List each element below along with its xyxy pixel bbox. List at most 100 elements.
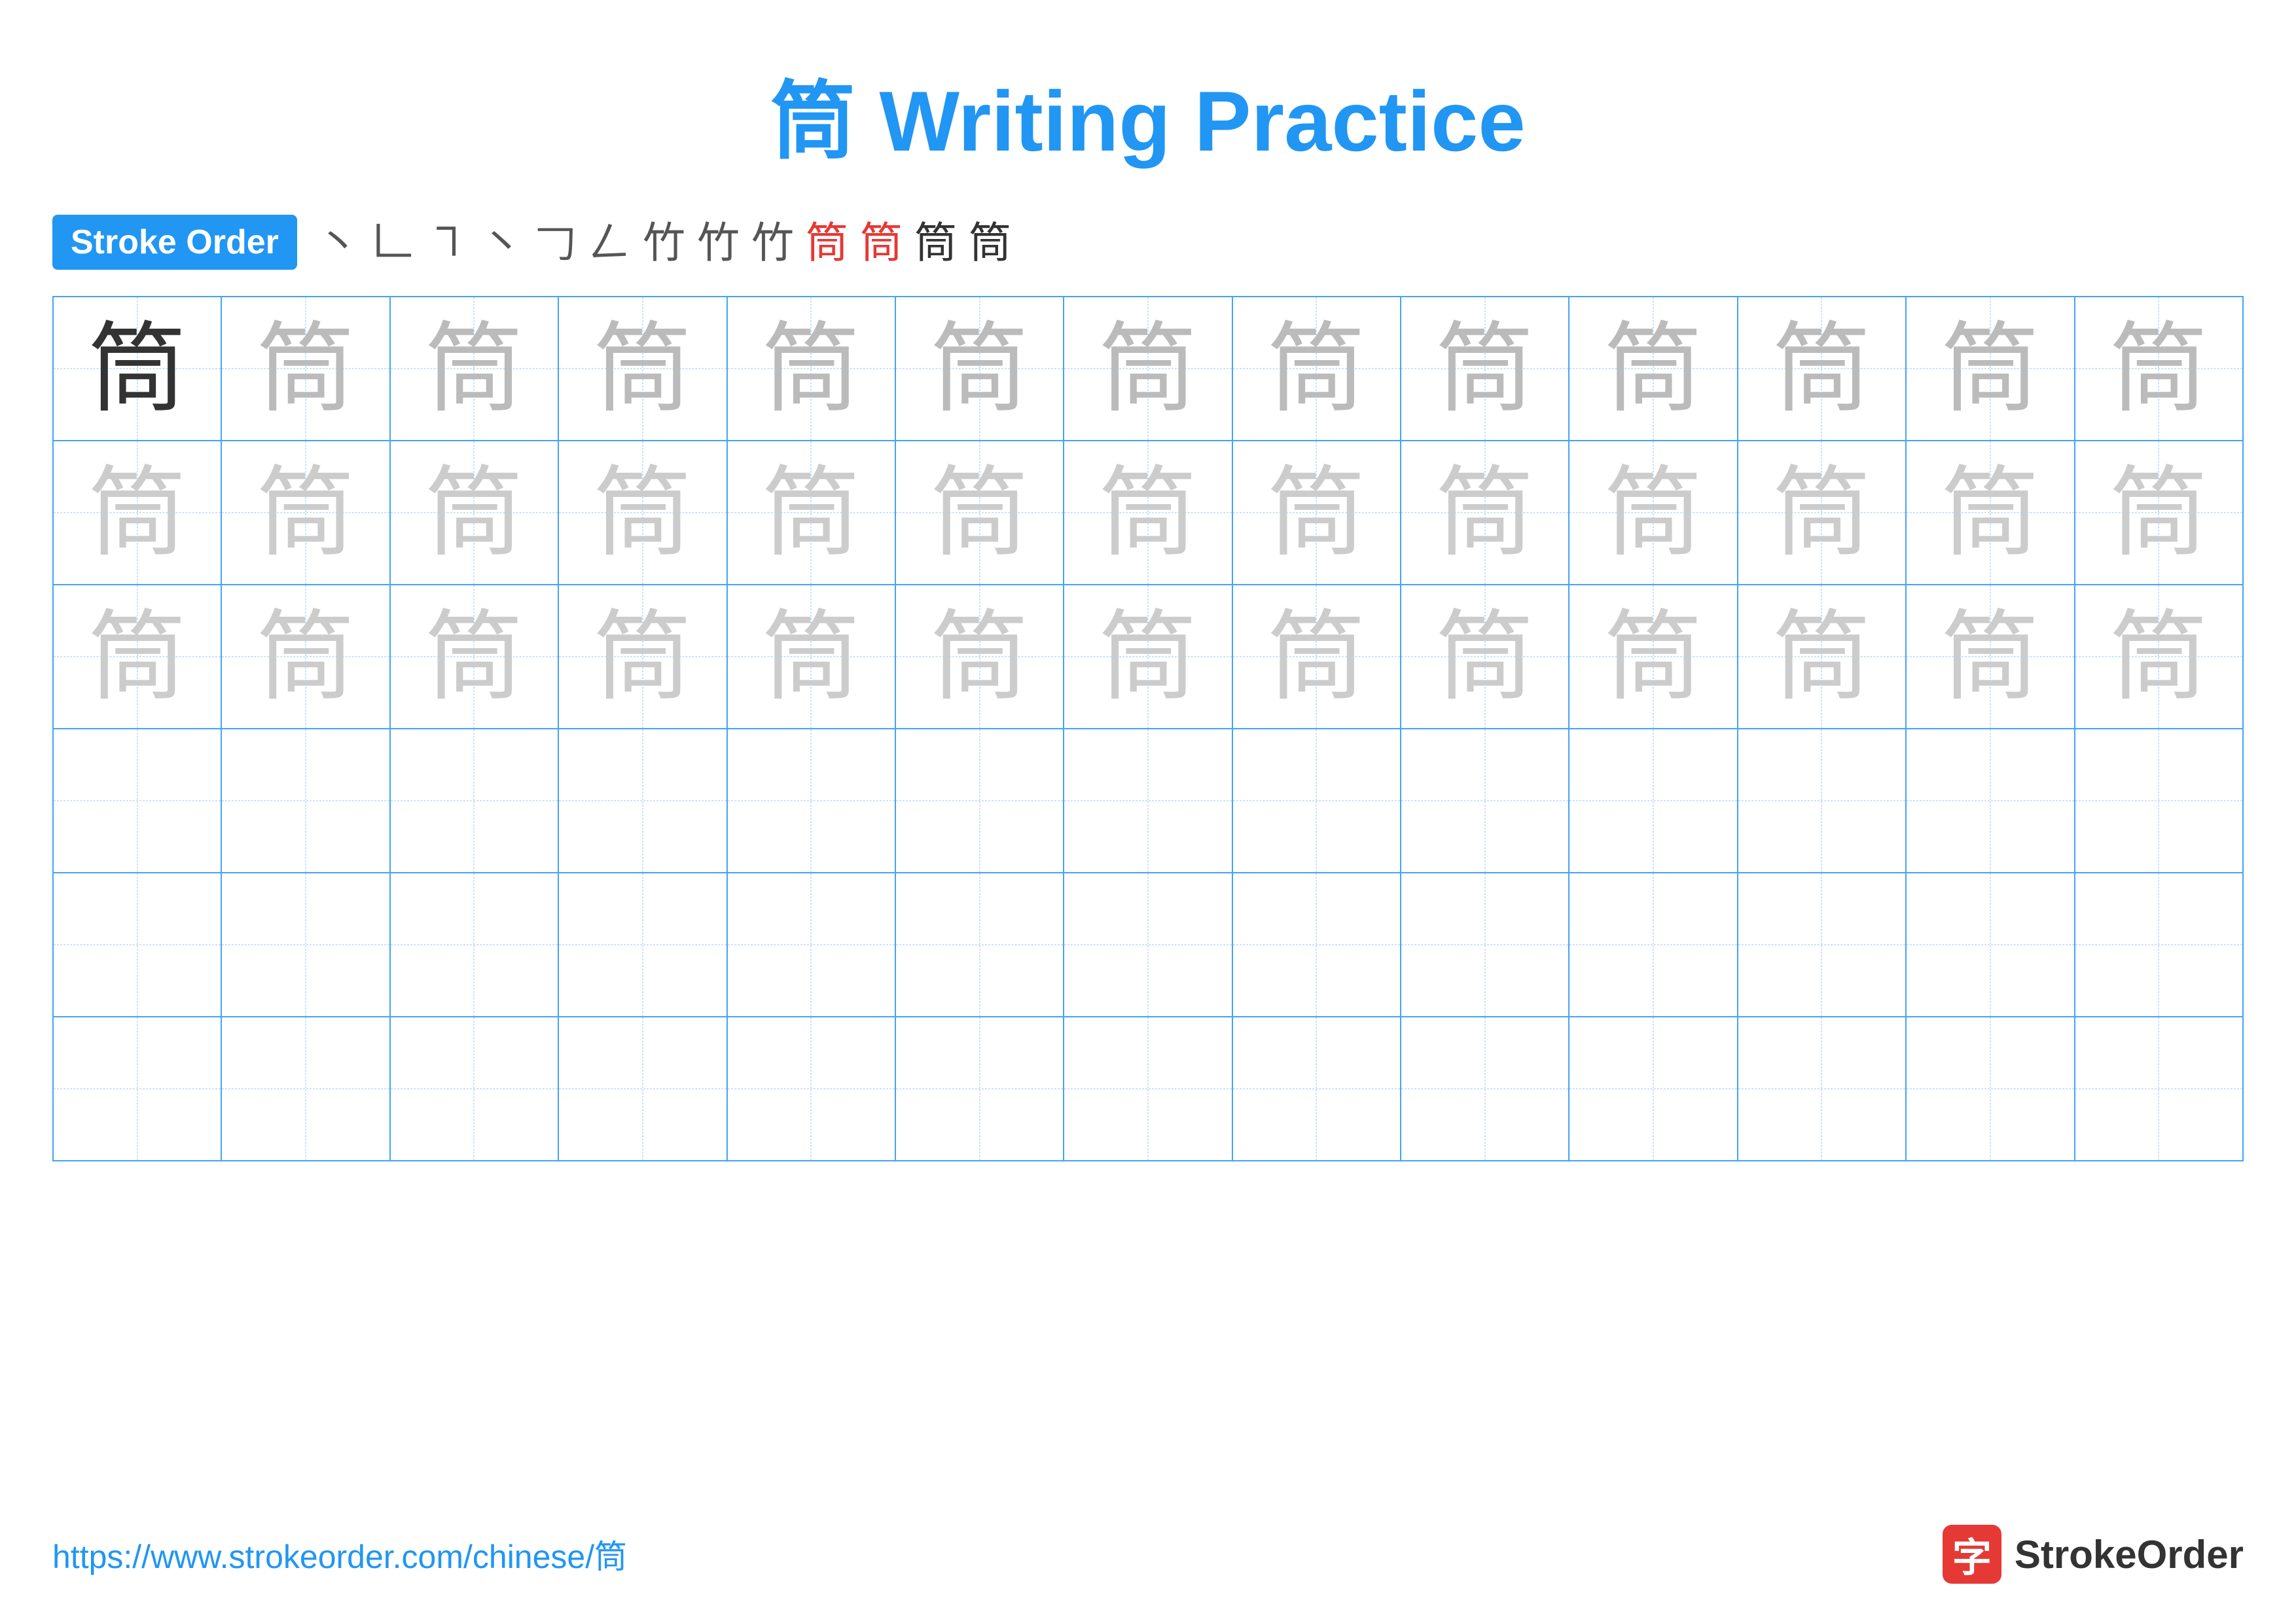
cell-r3-c7: 筒 xyxy=(1064,585,1232,729)
stroke-order-row: Stroke Order 丶 𠃊 ㇕ ㇔ 𠃌 𠃋 竹 竹 竹 筒 筒 筒 筒 xyxy=(0,202,2296,289)
cell-r5-c12[interactable] xyxy=(1906,873,2074,1017)
stroke-5: 𠃌 xyxy=(534,221,577,264)
char-r1-c2: 筒 xyxy=(257,314,355,424)
char-r1-c9: 筒 xyxy=(1436,314,1534,424)
cell-r6-c13[interactable] xyxy=(2075,1017,2244,1161)
grid-row-5 xyxy=(53,873,2243,1017)
char-r3-c12: 筒 xyxy=(1941,602,2039,712)
char-r3-c3: 筒 xyxy=(425,602,523,712)
cell-r6-c7[interactable] xyxy=(1064,1017,1232,1161)
cell-r2-c5: 筒 xyxy=(727,441,895,585)
cell-r4-c13[interactable] xyxy=(2075,729,2244,873)
title-area: 筒 Writing Practice xyxy=(0,0,2296,202)
char-r3-c9: 筒 xyxy=(1436,602,1534,712)
stroke-9: 竹 xyxy=(751,221,794,264)
cell-r6-c2[interactable] xyxy=(221,1017,389,1161)
cell-r4-c4[interactable] xyxy=(558,729,726,873)
cell-r1-c3: 筒 xyxy=(390,297,558,441)
cell-r6-c12[interactable] xyxy=(1906,1017,2074,1161)
cell-r4-c3[interactable] xyxy=(390,729,558,873)
grid-row-1: 筒 筒 筒 筒 筒 筒 筒 筒 筒 筒 筒 筒 筒 xyxy=(53,297,2243,441)
grid-row-3: 筒 筒 筒 筒 筒 筒 筒 筒 筒 筒 筒 筒 筒 xyxy=(53,585,2243,729)
footer-logo-icon: 字 xyxy=(1943,1525,2001,1584)
char-r1-c5: 筒 xyxy=(762,314,860,424)
char-r2-c10: 筒 xyxy=(1604,458,1702,568)
cell-r1-c2: 筒 xyxy=(221,297,389,441)
char-r3-c7: 筒 xyxy=(1099,602,1197,712)
char-r2-c9: 筒 xyxy=(1436,458,1534,568)
char-r1-c10: 筒 xyxy=(1604,314,1702,424)
char-r2-c4: 筒 xyxy=(594,458,692,568)
cell-r4-c7[interactable] xyxy=(1064,729,1232,873)
cell-r4-c1[interactable] xyxy=(53,729,221,873)
cell-r6-c11[interactable] xyxy=(1738,1017,1906,1161)
cell-r3-c4: 筒 xyxy=(558,585,726,729)
char-r1-c13: 筒 xyxy=(2109,314,2208,424)
cell-r6-c5[interactable] xyxy=(727,1017,895,1161)
cell-r2-c1: 筒 xyxy=(53,441,221,585)
cell-r6-c3[interactable] xyxy=(390,1017,558,1161)
cell-r6-c9[interactable] xyxy=(1401,1017,1569,1161)
cell-r5-c5[interactable] xyxy=(727,873,895,1017)
cell-r5-c10[interactable] xyxy=(1569,873,1737,1017)
footer-url[interactable]: https://www.strokeorder.com/chinese/筒 xyxy=(52,1531,627,1578)
cell-r6-c4[interactable] xyxy=(558,1017,726,1161)
cell-r2-c2: 筒 xyxy=(221,441,389,585)
cell-r1-c9: 筒 xyxy=(1401,297,1569,441)
char-r3-c2: 筒 xyxy=(257,602,355,712)
cell-r2-c13: 筒 xyxy=(2075,441,2244,585)
stroke-order-badge: Stroke Order xyxy=(52,215,297,270)
cell-r3-c13: 筒 xyxy=(2075,585,2244,729)
cell-r4-c6[interactable] xyxy=(895,729,1064,873)
char-r2-c8: 筒 xyxy=(1267,458,1365,568)
cell-r1-c12: 筒 xyxy=(1906,297,2074,441)
stroke-8: 竹 xyxy=(697,221,740,264)
cell-r1-c13: 筒 xyxy=(2075,297,2244,441)
cell-r5-c1[interactable] xyxy=(53,873,221,1017)
cell-r5-c11[interactable] xyxy=(1738,873,1906,1017)
char-r1-c8: 筒 xyxy=(1267,314,1365,424)
char-r2-c5: 筒 xyxy=(762,458,860,568)
cell-r5-c9[interactable] xyxy=(1401,873,1569,1017)
cell-r5-c4[interactable] xyxy=(558,873,726,1017)
cell-r2-c3: 筒 xyxy=(390,441,558,585)
cell-r5-c7[interactable] xyxy=(1064,873,1232,1017)
practice-grid: 筒 筒 筒 筒 筒 筒 筒 筒 筒 筒 筒 筒 筒 筒 筒 筒 筒 筒 xyxy=(52,296,2244,1161)
char-r1-c1: 筒 xyxy=(88,314,187,424)
cell-r5-c13[interactable] xyxy=(2075,873,2244,1017)
cell-r4-c10[interactable] xyxy=(1569,729,1737,873)
char-r3-c11: 筒 xyxy=(1772,602,1871,712)
cell-r4-c5[interactable] xyxy=(727,729,895,873)
stroke-11: 筒 xyxy=(860,221,903,264)
cell-r4-c9[interactable] xyxy=(1401,729,1569,873)
char-r2-c3: 筒 xyxy=(425,458,523,568)
char-r2-c6: 筒 xyxy=(931,458,1029,568)
cell-r5-c6[interactable] xyxy=(895,873,1064,1017)
cell-r6-c1[interactable] xyxy=(53,1017,221,1161)
cell-r5-c3[interactable] xyxy=(390,873,558,1017)
cell-r6-c6[interactable] xyxy=(895,1017,1064,1161)
cell-r4-c8[interactable] xyxy=(1232,729,1401,873)
cell-r6-c8[interactable] xyxy=(1232,1017,1401,1161)
char-r2-c11: 筒 xyxy=(1772,458,1871,568)
cell-r4-c11[interactable] xyxy=(1738,729,1906,873)
footer: https://www.strokeorder.com/chinese/筒 字 … xyxy=(0,1525,2296,1584)
stroke-1: 丶 xyxy=(317,221,359,264)
cell-r6-c10[interactable] xyxy=(1569,1017,1737,1161)
cell-r5-c8[interactable] xyxy=(1232,873,1401,1017)
cell-r3-c6: 筒 xyxy=(895,585,1064,729)
cell-r2-c7: 筒 xyxy=(1064,441,1232,585)
cell-r2-c8: 筒 xyxy=(1232,441,1401,585)
cell-r4-c2[interactable] xyxy=(221,729,389,873)
cell-r1-c10: 筒 xyxy=(1569,297,1737,441)
stroke-10: 筒 xyxy=(806,221,848,264)
cell-r4-c12[interactable] xyxy=(1906,729,2074,873)
stroke-4: ㇔ xyxy=(480,221,522,264)
cell-r1-c5: 筒 xyxy=(727,297,895,441)
cell-r5-c2[interactable] xyxy=(221,873,389,1017)
cell-r1-c11: 筒 xyxy=(1738,297,1906,441)
char-r1-c11: 筒 xyxy=(1772,314,1871,424)
char-r1-c3: 筒 xyxy=(425,314,523,424)
stroke-2: 𠃊 xyxy=(371,221,414,264)
char-r1-c4: 筒 xyxy=(594,314,692,424)
